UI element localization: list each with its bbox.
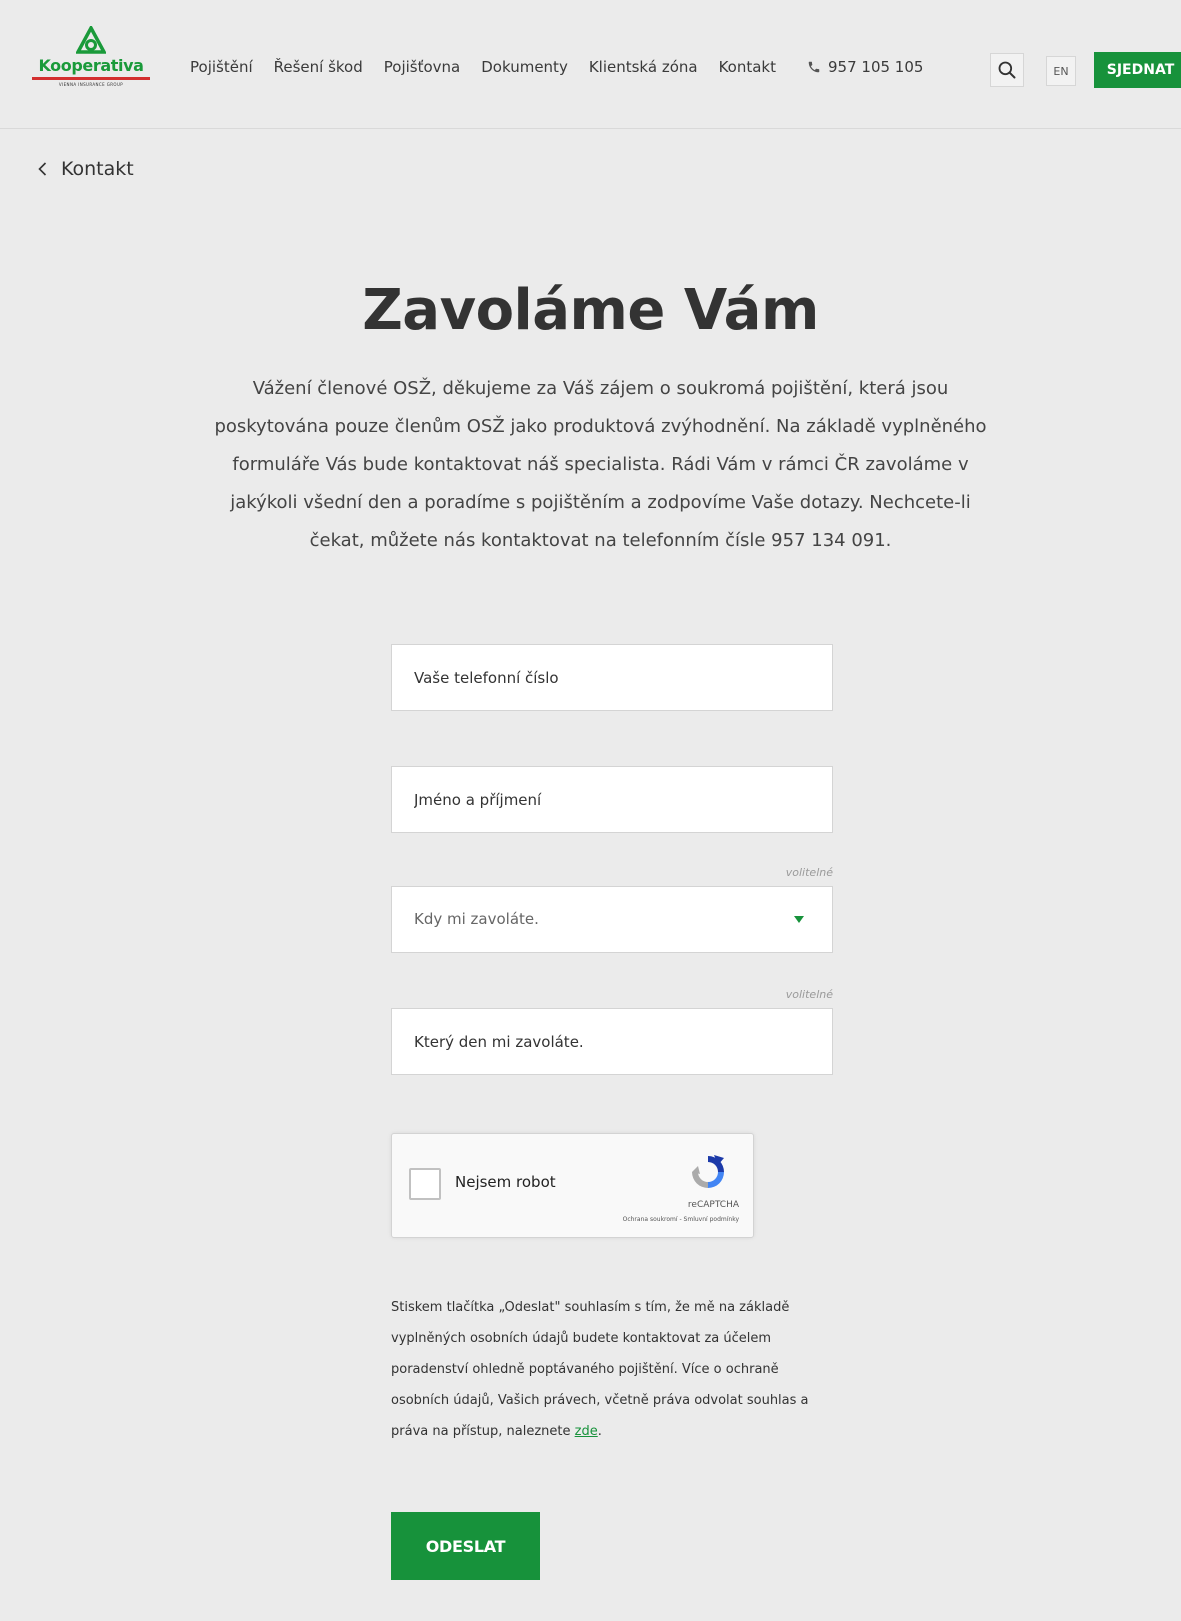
logo-wordmark: Kooperativa [38, 56, 144, 75]
call-day-input[interactable] [392, 1009, 832, 1074]
nav-item-pojistovna[interactable]: Pojišťovna [384, 58, 460, 76]
intro-text: Vážení členové OSŽ, děkujeme za Váš záje… [214, 378, 987, 551]
phone-icon [808, 61, 820, 73]
logo-red-bar [32, 77, 150, 80]
sjednat-button[interactable]: SJEDNAT [1094, 52, 1181, 88]
time-optional-label: volitelné [785, 866, 833, 879]
day-optional-label: volitelné [785, 988, 833, 1001]
privacy-link[interactable]: zde [575, 1424, 598, 1439]
nav-item-kontakt[interactable]: Kontakt [719, 58, 776, 76]
caret-down-icon [794, 916, 804, 923]
logo-tagline: VIENNA INSURANCE GROUP [58, 82, 124, 87]
phone-field [391, 644, 833, 711]
call-time-selected-value: Kdy mi zavoláte. [414, 910, 539, 928]
back-link-label: Kontakt [61, 158, 134, 180]
search-icon [998, 61, 1016, 79]
chevron-left-icon [38, 162, 47, 176]
day-field [391, 1008, 833, 1075]
nav-item-reseni-skod[interactable]: Řešení škod [274, 58, 363, 76]
logo-emblem-icon [76, 26, 106, 54]
submit-button[interactable]: ODESLAT [391, 1512, 540, 1580]
consent-suffix: . [597, 1424, 602, 1439]
nav-item-klientska-zona[interactable]: Klientská zóna [589, 58, 698, 76]
name-field [391, 766, 833, 833]
recaptcha-links[interactable]: Ochrana soukromí - Smluvní podmínky [623, 1216, 739, 1223]
search-button[interactable] [990, 53, 1024, 87]
recaptcha-widget: Nejsem robot reCAPTCHA Ochrana soukromí … [391, 1133, 754, 1238]
site-header: Kooperativa VIENNA INSURANCE GROUP Pojiš… [0, 0, 1181, 129]
call-time-select[interactable]: Kdy mi zavoláte. [391, 886, 833, 953]
nav-item-dokumenty[interactable]: Dokumenty [481, 58, 568, 76]
header-phone-link[interactable]: 957 105 105 [807, 58, 923, 76]
recaptcha-label: Nejsem robot [455, 1173, 556, 1191]
header-phone-number: 957 105 105 [828, 58, 924, 76]
consent-text: Stiskem tlačítka „Odeslat" souhlasím s t… [391, 1292, 839, 1447]
consent-body: Stiskem tlačítka „Odeslat" souhlasím s t… [391, 1300, 809, 1439]
name-input[interactable] [392, 767, 832, 832]
main-nav: Pojištění Řešení škod Pojišťovna Dokumen… [190, 58, 923, 76]
back-link-kontakt[interactable]: Kontakt [38, 158, 134, 180]
recaptcha-checkbox[interactable] [409, 1168, 441, 1200]
page-title: Zavoláme Vám [362, 278, 819, 343]
language-switch[interactable]: EN [1046, 56, 1076, 86]
recaptcha-logo-icon [692, 1155, 724, 1188]
kooperativa-logo[interactable]: Kooperativa VIENNA INSURANCE GROUP [32, 26, 150, 106]
phone-input[interactable] [392, 645, 832, 710]
nav-item-pojisteni[interactable]: Pojištění [190, 58, 253, 76]
recaptcha-brand: reCAPTCHA [687, 1200, 739, 1210]
